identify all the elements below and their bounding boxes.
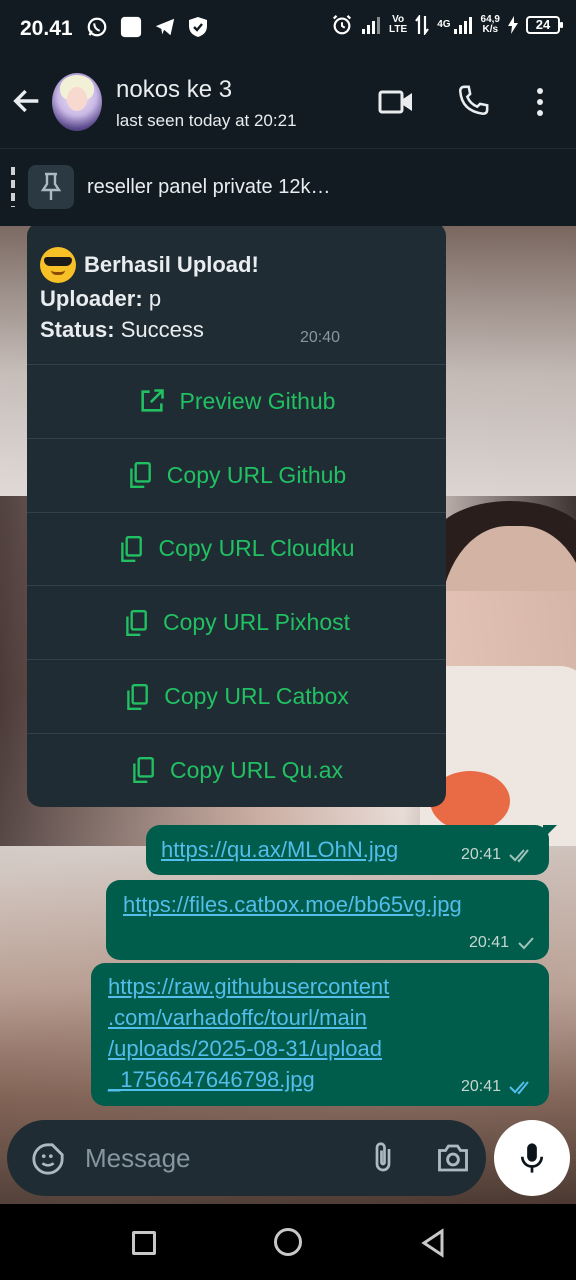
copy-url-cloudku-button[interactable]: Copy URL Cloudku <box>27 511 446 586</box>
message-time: 20:40 <box>299 329 340 346</box>
message-time: 20:41 <box>460 846 501 863</box>
emoji-sticker-icon[interactable] <box>31 1142 65 1176</box>
volte-indicator: Vo LTE <box>389 14 408 35</box>
preview-github-button[interactable]: Preview Github <box>27 364 446 438</box>
pinned-message-bar[interactable]: reseller panel private 12k… <box>0 148 576 226</box>
message-meta: 20:41 <box>469 934 535 952</box>
message-input[interactable]: Message <box>85 1143 191 1174</box>
system-nav-bar <box>0 1204 576 1280</box>
status-line: Status: Success <box>40 317 204 342</box>
message-link[interactable]: https://qu.ax/MLOhN.jpg <box>161 837 398 862</box>
status-bar: 20.41 Vo LTE 4G 64,9 K/s 24 <box>0 0 576 60</box>
sunglasses-emoji-icon <box>40 247 76 283</box>
outgoing-message[interactable]: https://qu.ax/MLOhN.jpg 20:41 <box>146 825 557 875</box>
last-seen: last seen today at 20:21 <box>116 111 297 130</box>
voice-record-button[interactable] <box>494 1120 570 1196</box>
back-arrow-icon[interactable] <box>10 84 44 118</box>
chat-area[interactable]: Berhasil Upload! Uploader: p Status: Suc… <box>0 226 576 1204</box>
camera-icon[interactable] <box>435 1140 471 1176</box>
home-icon[interactable] <box>274 1228 302 1256</box>
voice-call-icon[interactable] <box>456 84 490 118</box>
bubble-tail <box>543 825 557 839</box>
copy-icon <box>127 683 149 710</box>
avatar[interactable] <box>52 73 102 131</box>
double-check-icon <box>509 849 529 863</box>
copy-url-github-button[interactable]: Copy URL Github <box>27 437 446 512</box>
message-link[interactable]: https://raw.githubusercontent .com/varha… <box>108 971 389 1095</box>
outgoing-message[interactable]: https://raw.githubusercontent .com/varha… <box>91 963 549 1106</box>
bot-message-title: Berhasil Upload! <box>40 247 259 283</box>
external-link-icon <box>140 389 164 413</box>
status-system-icons: Vo LTE 4G 64,9 K/s 24 <box>331 14 563 36</box>
copy-url-pixhost-button[interactable]: Copy URL Pixhost <box>27 585 446 659</box>
pin-indicator <box>11 167 15 207</box>
message-link[interactable]: https://files.catbox.moe/bb65vg.jpg <box>123 892 462 917</box>
nav-back-icon[interactable] <box>420 1228 446 1258</box>
message-time: 20:41 <box>468 934 509 951</box>
bot-message-bubble: Berhasil Upload! Uploader: p Status: Suc… <box>27 226 446 807</box>
message-time: 20:41 <box>460 1078 501 1095</box>
network-speed: 64,9 K/s <box>480 14 500 35</box>
telegram-icon <box>155 18 175 36</box>
message-input-bar[interactable]: Message <box>7 1120 486 1196</box>
alarm-icon <box>333 15 352 35</box>
video-call-icon[interactable] <box>378 86 414 118</box>
copy-url-quax-button[interactable]: Copy URL Qu.ax <box>27 732 446 807</box>
signal-1-icon <box>362 17 381 34</box>
double-check-icon <box>509 1081 529 1095</box>
app-square-icon <box>120 16 142 38</box>
message-meta: 20:41 <box>461 846 535 864</box>
charging-icon <box>508 16 518 34</box>
whatsapp-icon <box>87 17 107 37</box>
signal-2-icon <box>453 17 472 34</box>
copy-icon <box>133 757 154 784</box>
copy-icon <box>121 535 143 563</box>
message-meta: 20:41 <box>461 1078 535 1096</box>
contact-name[interactable]: nokos ke 3 <box>116 76 232 104</box>
chat-header: nokos ke 3 last seen today at 20:21 <box>0 60 576 148</box>
uploader-line: Uploader: p <box>40 286 162 311</box>
data-transfer-icon <box>415 15 430 35</box>
copy-url-catbox-button[interactable]: Copy URL Catbox <box>27 659 446 733</box>
pinned-text: reseller panel private 12k… <box>87 176 331 198</box>
pin-icon-box <box>28 165 74 209</box>
battery-indicator: 24 <box>526 16 563 34</box>
status-notification-icons <box>86 16 208 38</box>
microphone-icon <box>520 1143 544 1173</box>
copy-icon <box>129 462 151 489</box>
outgoing-message[interactable]: https://files.catbox.moe/bb65vg.jpg 20:4… <box>106 880 549 960</box>
status-time: 20.41 <box>20 17 73 40</box>
recent-apps-icon[interactable] <box>132 1231 156 1255</box>
more-options-icon[interactable] <box>530 86 550 118</box>
network-gen: 4G <box>437 19 451 30</box>
pin-icon <box>40 172 62 200</box>
copy-icon <box>126 609 147 636</box>
shield-icon <box>189 17 207 37</box>
single-check-icon <box>518 937 534 950</box>
attach-icon[interactable] <box>365 1140 401 1176</box>
